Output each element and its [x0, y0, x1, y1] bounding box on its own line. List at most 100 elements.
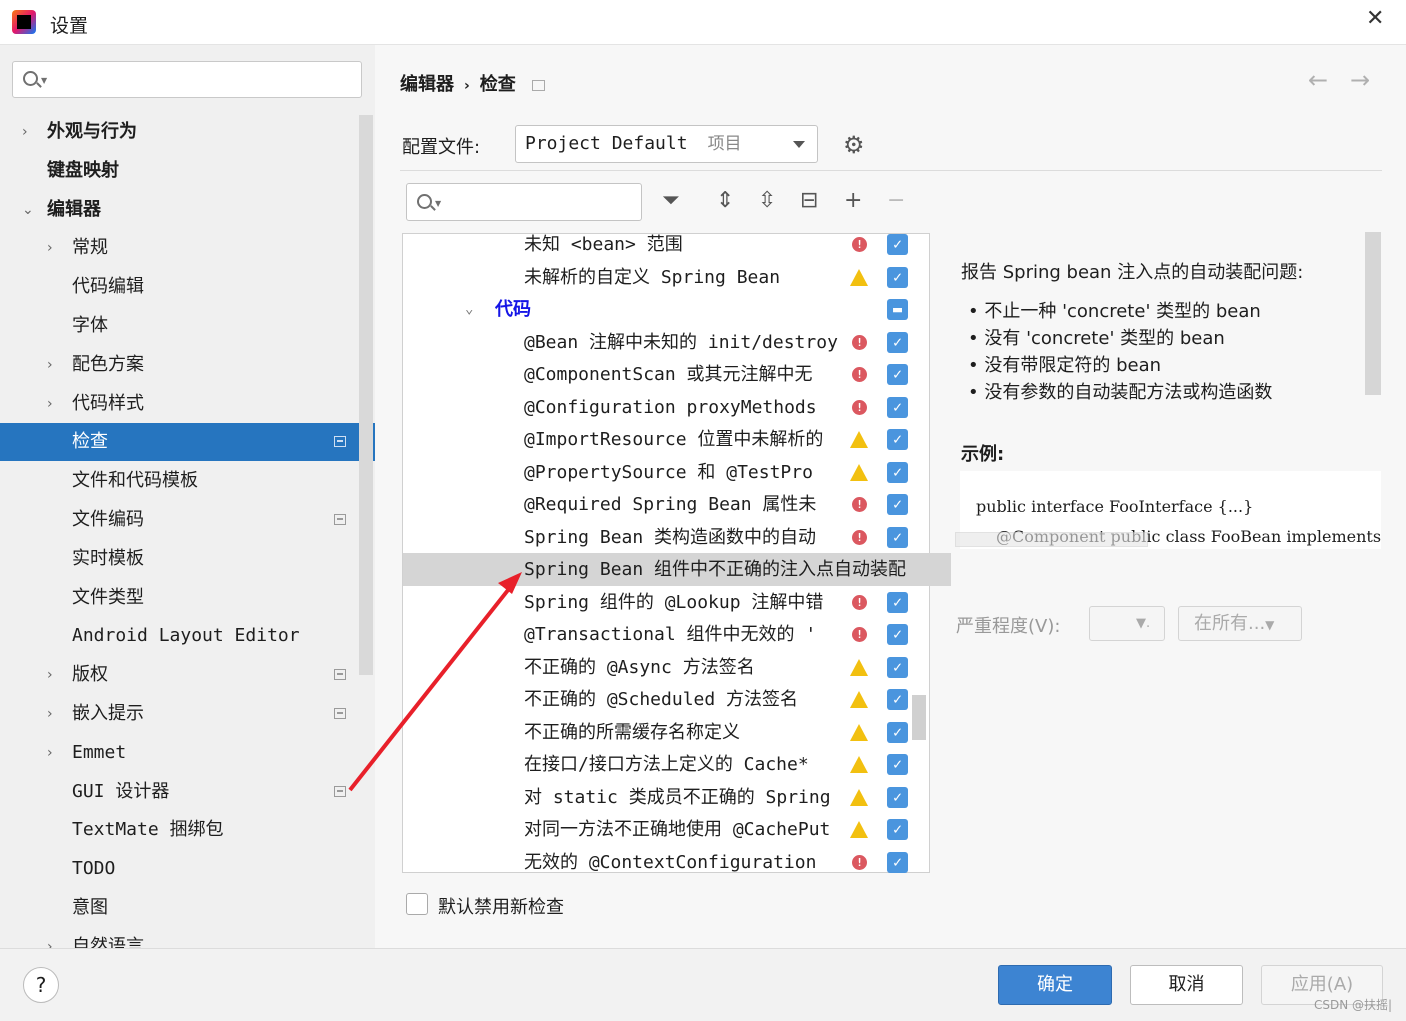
sidebar-item[interactable]: 实时模板 — [0, 540, 375, 578]
settings-search-input[interactable]: ▼ — [12, 61, 362, 98]
inspection-row[interactable]: 不正确的 @Async 方法签名 ✓ — [403, 651, 951, 684]
inspection-label: Spring Bean 组件中不正确的注入点自动装配 — [524, 559, 907, 580]
inspection-row[interactable]: Spring 组件的 @Lookup 注解中错! ✓ — [403, 586, 951, 619]
help-button[interactable]: ? — [23, 967, 59, 1003]
inspection-row[interactable]: 未解析的自定义 Spring Bean ✓ — [403, 261, 951, 294]
ok-button[interactable]: 确定 — [998, 965, 1112, 1005]
enabled-checkbox[interactable]: ✓ — [887, 461, 908, 483]
chevron-right-icon[interactable]: › — [22, 113, 28, 151]
inspection-row[interactable]: @ComponentScan 或其元注解中无! ✓ — [403, 358, 951, 391]
inspection-search-input[interactable]: ▼ — [406, 183, 642, 221]
sidebar-item[interactable]: › 代码样式 — [0, 385, 375, 423]
enabled-checkbox[interactable]: ✓ — [887, 234, 908, 255]
inspection-row[interactable]: @Configuration proxyMethods! ✓ — [403, 391, 951, 424]
sidebar-item[interactable]: › 外观与行为 — [0, 113, 375, 151]
enabled-checkbox[interactable]: ✓ — [887, 396, 908, 418]
sidebar-item-label: 键盘映射 — [47, 159, 119, 181]
search-icon — [23, 71, 38, 86]
sidebar-item[interactable]: › 配色方案 — [0, 346, 375, 384]
sidebar-item[interactable]: › 自然语言 — [0, 928, 375, 948]
close-icon[interactable]: ✕ — [1366, 6, 1384, 31]
warning-icon — [850, 756, 868, 773]
sidebar-item[interactable]: TODO — [0, 850, 375, 888]
sidebar-item[interactable]: › 版权 — [0, 656, 375, 694]
sidebar-item[interactable]: › Emmet — [0, 734, 375, 772]
enabled-checkbox[interactable]: ✓ — [887, 429, 908, 450]
partial-checkbox[interactable]: ▬ — [887, 299, 908, 320]
cancel-button[interactable]: 取消 — [1130, 965, 1243, 1005]
sidebar-item[interactable]: 字体 — [0, 307, 375, 345]
filter-icon[interactable]: ⏷ — [662, 188, 680, 213]
inspection-row[interactable]: 无效的 @ContextConfiguration! ✓ — [403, 846, 951, 874]
description-scrollbar[interactable] — [1365, 232, 1381, 395]
chevron-down-icon[interactable]: ⌄ — [465, 293, 473, 326]
profile-select[interactable]: Project Default 项目 — [515, 125, 818, 163]
inspection-row[interactable]: 未知 <bean> 范围! ✓ — [403, 233, 951, 261]
enabled-checkbox[interactable]: ✓ — [887, 364, 908, 385]
sidebar-item[interactable]: GUI 设计器 — [0, 773, 375, 811]
disable-new-inspections-checkbox[interactable] — [406, 893, 428, 915]
chevron-right-icon[interactable]: › — [47, 346, 53, 384]
inspection-label: @Configuration proxyMethods — [524, 396, 817, 418]
back-arrow-icon[interactable]: ← — [1308, 66, 1328, 94]
enabled-checkbox[interactable]: ✓ — [887, 819, 908, 840]
chevron-down-icon[interactable]: ⌄ — [22, 191, 34, 229]
sidebar-scrollbar[interactable] — [359, 115, 373, 675]
inspection-row[interactable]: Spring Bean 类构造函数中的自动! ✓ — [403, 521, 951, 554]
enabled-checkbox[interactable]: ✓ — [887, 754, 908, 775]
chevron-right-icon[interactable]: › — [47, 695, 53, 733]
collapse-all-icon[interactable]: ⇳ — [758, 188, 776, 213]
enabled-checkbox[interactable]: ✓ — [887, 851, 908, 873]
enabled-checkbox[interactable]: ✓ — [887, 786, 908, 808]
enabled-checkbox[interactable]: ✓ — [887, 624, 908, 645]
sidebar-item[interactable]: 代码编辑 — [0, 268, 375, 306]
enabled-checkbox[interactable]: ✓ — [887, 494, 908, 515]
inspection-row[interactable]: 不正确的 @Scheduled 方法签名 ✓ — [403, 683, 951, 716]
sidebar-item[interactable]: ⌄ 编辑器 — [0, 191, 375, 229]
sidebar-item[interactable]: Android Layout Editor — [0, 617, 375, 655]
sidebar-item[interactable]: › 常规 — [0, 229, 375, 267]
enabled-checkbox[interactable]: ✓ — [887, 331, 908, 353]
chevron-right-icon[interactable]: › — [47, 229, 53, 267]
sidebar-item[interactable]: 文件和代码模板 — [0, 462, 375, 500]
gear-icon[interactable]: ⚙ — [843, 131, 865, 159]
chevron-right-icon[interactable]: › — [47, 656, 53, 694]
chevron-right-icon[interactable]: › — [47, 734, 53, 772]
inspection-row[interactable]: 对 static 类成员不正确的 Spring ✓ — [403, 781, 951, 814]
inspection-row[interactable]: 对同一方法不正确地使用 @CachePut ✓ — [403, 813, 951, 846]
inspection-row[interactable]: @Bean 注解中未知的 init/destroy! ✓ — [403, 326, 951, 359]
sidebar-item[interactable]: 键盘映射 — [0, 152, 375, 190]
tree-scrollbar[interactable] — [912, 695, 926, 740]
enabled-checkbox[interactable]: ✓ — [887, 591, 908, 613]
chevron-right-icon[interactable]: › — [47, 385, 53, 423]
sidebar-item[interactable]: 文件类型 — [0, 579, 375, 617]
add-icon[interactable]: + — [844, 188, 862, 213]
breadcrumb-editor[interactable]: 编辑器 — [400, 74, 454, 95]
inspection-row[interactable]: @Transactional 组件中无效的 '! ✓ — [403, 618, 951, 651]
enabled-checkbox[interactable]: ✓ — [887, 266, 908, 288]
reset-icon[interactable]: ⊟ — [800, 188, 818, 213]
inspection-row[interactable]: 在接口/接口方法上定义的 Cache* ✓ — [403, 748, 951, 781]
sidebar-item[interactable]: 意图 — [0, 889, 375, 927]
enabled-checkbox[interactable]: ✓ — [887, 656, 908, 678]
inspection-row[interactable]: @ImportResource 位置中未解析的 ✓ — [403, 423, 951, 456]
sidebar-item[interactable]: TextMate 捆绑包 — [0, 811, 375, 849]
enabled-checkbox[interactable]: ✓ — [887, 526, 908, 548]
inspection-row[interactable]: @PropertySource 和 @TestPro ✓ — [403, 456, 951, 489]
forward-arrow-icon[interactable]: → — [1350, 66, 1370, 94]
inspection-row[interactable]: ⌄ 代码 ▬ — [403, 293, 951, 326]
expand-all-icon[interactable]: ⇕ — [716, 188, 734, 213]
sidebar-item[interactable]: › 嵌入提示 — [0, 695, 375, 733]
sidebar-item[interactable]: 检查 — [0, 423, 375, 462]
inspection-row[interactable]: 不正确的所需缓存名称定义 ✓ — [403, 716, 951, 749]
enabled-checkbox[interactable]: ✓ — [887, 689, 908, 710]
code-horizontal-scrollbar[interactable] — [955, 532, 1148, 547]
inspection-row[interactable]: @Required Spring Bean 属性未! ✓ — [403, 488, 951, 521]
warning-icon — [850, 691, 868, 708]
sidebar-item[interactable]: 文件编码 — [0, 501, 375, 539]
inspection-row[interactable]: Spring Bean 组件中不正确的注入点自动装配 — [403, 553, 951, 586]
enabled-checkbox[interactable]: ✓ — [887, 721, 908, 743]
error-icon: ! — [852, 399, 867, 415]
project-scope-icon — [532, 79, 546, 91]
chevron-right-icon[interactable]: › — [47, 928, 53, 948]
